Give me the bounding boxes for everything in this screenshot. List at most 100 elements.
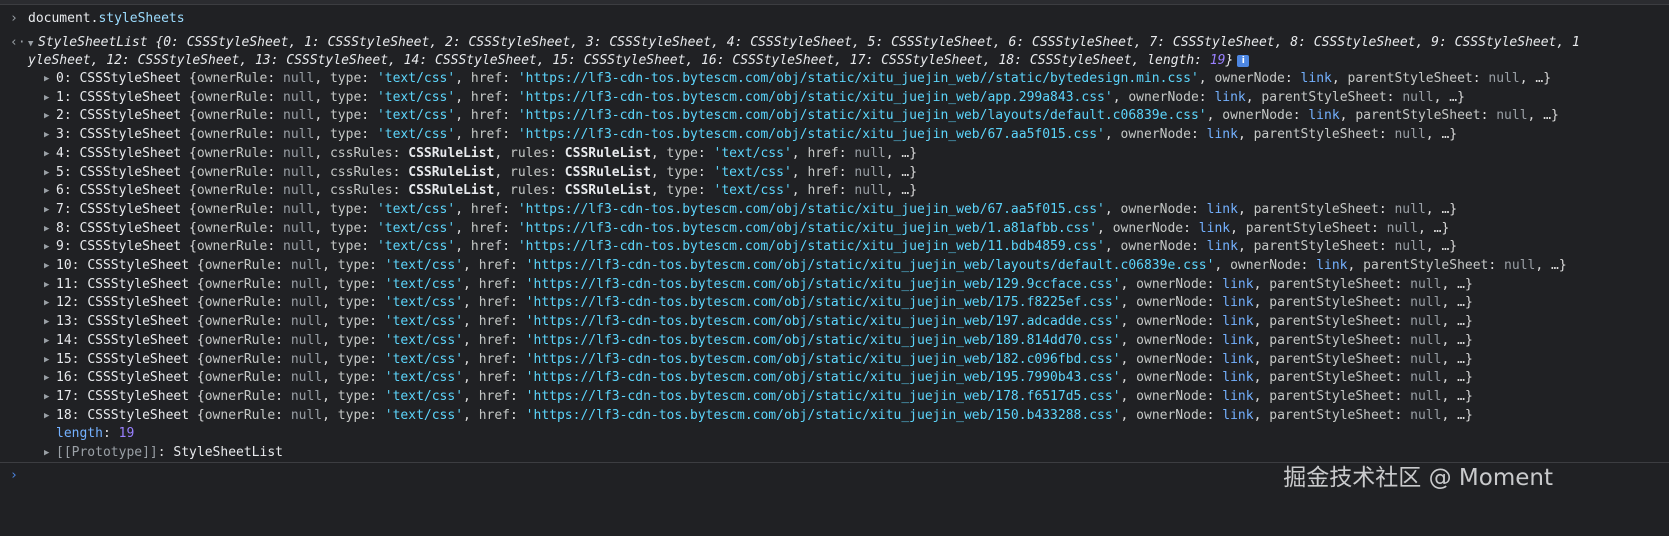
triangle-right-icon[interactable]: ▶ [44,126,56,145]
stylesheet-item[interactable]: ▶ 6: CSSStyleSheet {ownerRule: null, cssR… [44,181,917,200]
triangle-right-icon[interactable]: ▶ [44,220,56,239]
item-class: CSSStyleSheet [79,164,182,180]
console-input[interactable]: › [10,466,18,485]
chevron-left-icon: ‹· [10,35,26,50]
triangle-right-icon[interactable]: ▶ [44,70,56,89]
owner-node-link[interactable]: link [1308,108,1339,123]
owner-node-link[interactable]: link [1222,408,1253,423]
devtools-console: › document.styleSheets ‹· ▼ StyleSheetList … [0,0,1669,536]
triangle-right-icon[interactable]: ▶ [44,351,56,370]
owner-node-link[interactable]: link [1199,221,1230,236]
stylesheet-item[interactable]: ▶ 3: CSSStyleSheet {ownerRule: null, type… [44,125,1457,144]
stylesheet-item[interactable]: ▶ 7: CSSStyleSheet {ownerRule: null, type… [44,200,1457,219]
triangle-right-icon[interactable]: ▶ [44,182,56,201]
item-class: CSSStyleSheet [79,108,182,124]
chevron-right-icon: › [10,11,18,26]
triangle-right-icon[interactable]: ▶ [44,369,56,388]
item-class: CSSStyleSheet [87,258,190,273]
triangle-right-icon[interactable]: ▶ [44,444,56,463]
owner-node-link[interactable]: link [1222,389,1253,404]
triangle-right-icon[interactable]: ▶ [44,201,56,220]
stylesheet-item[interactable]: ▶ 9: CSSStyleSheet {ownerRule: null, type… [44,237,1457,256]
owner-node-link[interactable]: link [1207,202,1238,217]
triangle-right-icon[interactable]: ▶ [44,164,56,183]
owner-node-link[interactable]: link [1214,90,1245,105]
stylesheet-item[interactable]: ▶ 15: CSSStyleSheet {ownerRule: null, typ… [44,350,1473,369]
item-index: 6 [56,183,64,199]
stylesheet-item[interactable]: ▶ 14: CSSStyleSheet {ownerRule: null, typ… [44,331,1473,350]
item-class: CSSStyleSheet [87,407,190,423]
stylesheet-item[interactable]: ▶ 0: CSSStyleSheet {ownerRule: null, type… [44,69,1551,88]
stylesheet-item[interactable]: ▶ 11: CSSStyleSheet {ownerRule: null, typ… [44,275,1473,294]
owner-node-link[interactable]: link [1207,239,1238,254]
item-class: CSSStyleSheet [79,127,182,143]
item-href: 'https://lf3-cdn-tos.bytescm.com/obj/sta… [517,108,1207,124]
length-row: length: 19 [56,426,135,441]
chevron-right-icon: › [10,468,18,483]
watermark: 掘金技术社区 @ Moment [1283,465,1553,491]
triangle-right-icon[interactable]: ▶ [44,107,56,126]
item-class: CSSStyleSheet [79,145,182,161]
triangle-right-icon[interactable]: ▶ [44,332,56,351]
result-summary[interactable]: ‹· ▼ StyleSheetList {0: CSSStyleSheet, 1: … [10,33,1580,52]
triangle-right-icon[interactable]: ▶ [44,238,56,257]
triangle-right-icon[interactable]: ▶ [44,89,56,108]
owner-node-link[interactable]: link [1301,71,1332,86]
stylesheet-item[interactable]: ▶ 4: CSSStyleSheet {ownerRule: null, cssR… [44,144,917,163]
item-index: 10 [56,258,72,273]
item-class: CSSStyleSheet [79,239,182,255]
item-href: 'https://lf3-cdn-tos.bytescm.com/obj/sta… [525,351,1121,367]
owner-node-link[interactable]: link [1207,127,1238,142]
item-href: 'https://lf3-cdn-tos.bytescm.com/obj/sta… [525,276,1121,292]
owner-node-link[interactable]: link [1222,295,1253,310]
item-index: 13 [56,314,72,330]
triangle-right-icon[interactable]: ▶ [44,145,56,164]
stylesheet-item[interactable]: ▶ 8: CSSStyleSheet {ownerRule: null, type… [44,219,1449,238]
triangle-right-icon[interactable]: ▶ [44,294,56,313]
item-index: 8 [56,220,64,236]
owner-node-link[interactable]: link [1222,333,1253,348]
item-index: 18 [56,407,72,423]
owner-node-link[interactable]: link [1222,352,1253,367]
stylesheet-item[interactable]: ▶ 10: CSSStyleSheet {ownerRule: null, typ… [44,256,1567,275]
console-toolbar-edge [0,0,1669,5]
triangle-right-icon[interactable]: ▶ [44,276,56,295]
triangle-right-icon[interactable]: ▶ [44,257,56,276]
item-index: 15 [56,351,72,367]
prototype-row[interactable]: ▶ [[Prototype]]: StyleSheetList [44,443,283,462]
item-index: 1 [56,89,64,105]
item-class: CSSStyleSheet [79,71,182,86]
item-class: CSSStyleSheet [87,276,190,292]
item-index: 16 [56,370,72,386]
stylesheet-item[interactable]: ▶ 13: CSSStyleSheet {ownerRule: null, typ… [44,312,1473,331]
stylesheet-item[interactable]: ▶ 16: CSSStyleSheet {ownerRule: null, typ… [44,368,1473,387]
triangle-right-icon[interactable]: ▶ [44,388,56,407]
item-class: CSSStyleSheet [87,295,190,311]
item-index: 2 [56,108,64,124]
stylesheet-item[interactable]: ▶ 12: CSSStyleSheet {ownerRule: null, typ… [44,293,1473,312]
stylesheet-item[interactable]: ▶ 1: CSSStyleSheet {ownerRule: null, type… [44,88,1465,107]
item-href: 'https://lf3-cdn-tos.bytescm.com/obj/sta… [517,127,1105,143]
item-class: CSSStyleSheet [79,89,182,105]
stylesheet-item[interactable]: ▶ 17: CSSStyleSheet {ownerRule: null, typ… [44,387,1473,406]
item-index: 3 [56,127,64,143]
owner-node-link[interactable]: link [1222,370,1253,385]
item-index: 17 [56,388,72,404]
stylesheet-item[interactable]: ▶ 5: CSSStyleSheet {ownerRule: null, cssR… [44,163,917,182]
triangle-right-icon[interactable]: ▶ [44,313,56,332]
owner-node-link[interactable]: link [1222,277,1253,292]
info-icon[interactable]: i [1237,54,1250,67]
item-index: 11 [56,276,72,292]
item-class: CSSStyleSheet [79,201,182,217]
item-href: 'https://lf3-cdn-tos.bytescm.com/obj/sta… [525,370,1121,386]
item-class: CSSStyleSheet [87,370,190,386]
triangle-right-icon[interactable]: ▶ [44,407,56,426]
item-index: 0 [56,71,64,86]
item-class: CSSStyleSheet [79,183,182,199]
owner-node-link[interactable]: link [1222,314,1253,329]
command-line[interactable]: › document.styleSheets [10,9,185,28]
owner-node-link[interactable]: link [1316,258,1347,273]
stylesheet-item[interactable]: ▶ 18: CSSStyleSheet {ownerRule: null, typ… [44,406,1473,425]
stylesheet-item[interactable]: ▶ 2: CSSStyleSheet {ownerRule: null, type… [44,106,1559,125]
result-preview: StyleSheetList {0: CSSStyleSheet, 1: CSS… [38,35,1580,50]
